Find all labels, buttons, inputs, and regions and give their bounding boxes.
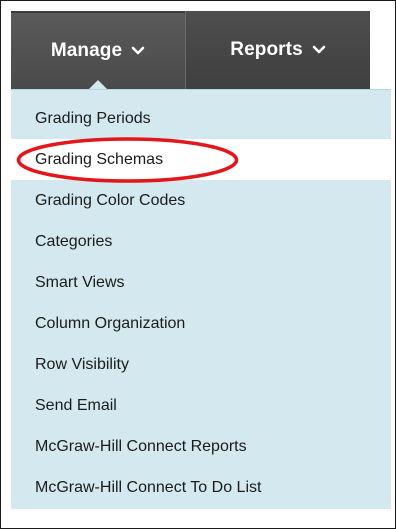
chevron-down-icon [131, 46, 145, 56]
menu-item-grading-periods[interactable]: Grading Periods [11, 98, 391, 139]
menu-item-row-visibility[interactable]: Row Visibility [11, 344, 391, 385]
menu-item-mcgraw-hill-connect-to-do-list[interactable]: McGraw-Hill Connect To Do List [11, 467, 391, 508]
tab-reports-label: Reports [230, 39, 303, 60]
chevron-down-icon [312, 45, 326, 55]
manage-dropdown-menu: Grading Periods Grading Schemas Grading … [11, 89, 391, 509]
menu-bar: Manage Reports [11, 11, 370, 90]
menu-item-categories[interactable]: Categories [11, 221, 391, 262]
menu-item-mcgraw-hill-connect-reports[interactable]: McGraw-Hill Connect Reports [11, 426, 391, 467]
menu-item-grading-schemas[interactable]: Grading Schemas [11, 139, 391, 180]
tab-manage[interactable]: Manage [11, 11, 185, 90]
menu-item-column-organization[interactable]: Column Organization [11, 303, 391, 344]
screenshot-frame: Manage Reports Grading Periods Grading S… [0, 0, 396, 529]
tab-reports[interactable]: Reports [185, 11, 370, 89]
menu-item-smart-views[interactable]: Smart Views [11, 262, 391, 303]
menu-item-grading-color-codes[interactable]: Grading Color Codes [11, 180, 391, 221]
menu-item-send-email[interactable]: Send Email [11, 385, 391, 426]
tab-manage-label: Manage [50, 40, 123, 61]
